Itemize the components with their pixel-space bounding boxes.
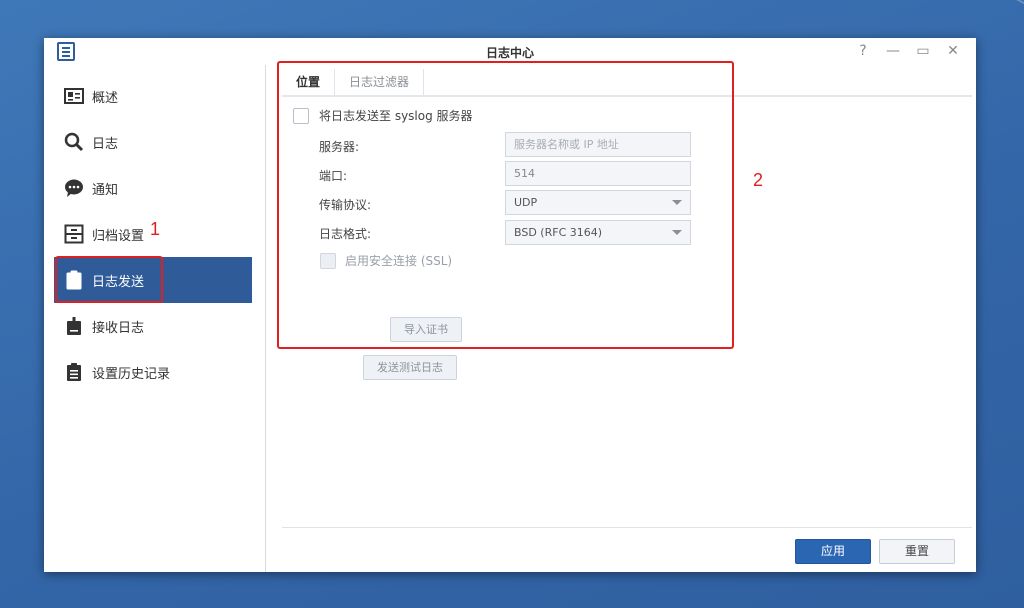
log-format-value: BSD (RFC 3164) bbox=[514, 226, 603, 239]
archive-cabinet-icon bbox=[64, 224, 84, 244]
protocol-value: UDP bbox=[514, 196, 538, 209]
help-icon[interactable]: ? bbox=[854, 42, 872, 60]
tab-location[interactable]: 位置 bbox=[282, 69, 336, 95]
sidebar-item-settings-history[interactable]: 设置历史记录 bbox=[54, 349, 252, 395]
title-bar[interactable]: 日志中心 ? — ▭ ✕ bbox=[44, 38, 976, 65]
protocol-label: 传输协议: bbox=[319, 198, 372, 212]
sidebar-item-label: 通知 bbox=[92, 182, 119, 198]
annotation-number-1: 1 bbox=[150, 219, 161, 239]
sidebar-item-notification[interactable]: 通知 bbox=[54, 165, 252, 211]
tab-log-filter[interactable]: 日志过滤器 bbox=[335, 69, 425, 95]
import-certificate-button[interactable]: 导入证书 bbox=[390, 317, 462, 342]
maximize-icon[interactable]: ▭ bbox=[914, 42, 932, 60]
footer-divider bbox=[282, 527, 972, 528]
sidebar-item-label: 接收日志 bbox=[92, 320, 145, 336]
chevron-down-icon bbox=[672, 230, 682, 235]
window-title: 日志中心 bbox=[485, 46, 534, 60]
protocol-select[interactable]: UDP bbox=[505, 190, 691, 215]
log-center-window: 日志中心 ? — ▭ ✕ 概述 日志 通知 归档设置 日志发送 接收日志 设置历… bbox=[44, 38, 976, 572]
search-icon bbox=[64, 132, 84, 152]
server-input[interactable] bbox=[505, 132, 691, 157]
reset-button[interactable]: 重置 bbox=[879, 539, 955, 564]
enable-ssl-label: 启用安全连接 (SSL) bbox=[345, 254, 453, 268]
sidebar-item-receive-logs[interactable]: 接收日志 bbox=[54, 303, 252, 349]
sidebar-item-label: 设置历史记录 bbox=[92, 366, 171, 382]
minimize-icon[interactable]: — bbox=[884, 42, 902, 60]
chat-bubble-icon bbox=[64, 178, 84, 198]
log-format-select[interactable]: BSD (RFC 3164) bbox=[505, 220, 691, 245]
sidebar-item-label: 日志发送 bbox=[92, 274, 145, 290]
log-format-label: 日志格式: bbox=[319, 227, 372, 241]
clipboard-download-icon bbox=[64, 316, 84, 336]
send-to-syslog-label: 将日志发送至 syslog 服务器 bbox=[319, 109, 473, 123]
tab-bar: 位置 日志过滤器 bbox=[282, 69, 972, 97]
chevron-down-icon bbox=[672, 200, 682, 205]
sidebar: 概述 日志 通知 归档设置 日志发送 接收日志 设置历史记录 1 bbox=[44, 65, 266, 572]
port-input[interactable] bbox=[505, 161, 691, 186]
clipboard-upload-icon bbox=[64, 270, 84, 290]
sidebar-item-log[interactable]: 日志 bbox=[54, 119, 252, 165]
overview-card-icon bbox=[64, 86, 84, 106]
sidebar-item-label: 归档设置 bbox=[92, 228, 145, 244]
annotation-number-2: 2 bbox=[753, 170, 764, 190]
close-icon[interactable]: ✕ bbox=[944, 42, 962, 60]
port-label: 端口: bbox=[319, 169, 348, 183]
send-test-log-button[interactable]: 发送测试日志 bbox=[363, 355, 457, 380]
server-label: 服务器: bbox=[319, 140, 360, 154]
main-panel: 位置 日志过滤器 将日志发送至 syslog 服务器 服务器: 端口: 传输协议… bbox=[267, 61, 976, 572]
sidebar-item-label: 概述 bbox=[92, 90, 119, 106]
sidebar-item-log-sending[interactable]: 日志发送 bbox=[54, 257, 252, 303]
apply-button[interactable]: 应用 bbox=[795, 539, 871, 564]
enable-ssl-checkbox[interactable] bbox=[320, 252, 336, 269]
sidebar-item-overview[interactable]: 概述 bbox=[54, 73, 252, 119]
clipboard-list-icon bbox=[64, 362, 84, 382]
send-to-syslog-checkbox[interactable] bbox=[293, 107, 309, 124]
sidebar-item-label: 日志 bbox=[92, 136, 119, 152]
